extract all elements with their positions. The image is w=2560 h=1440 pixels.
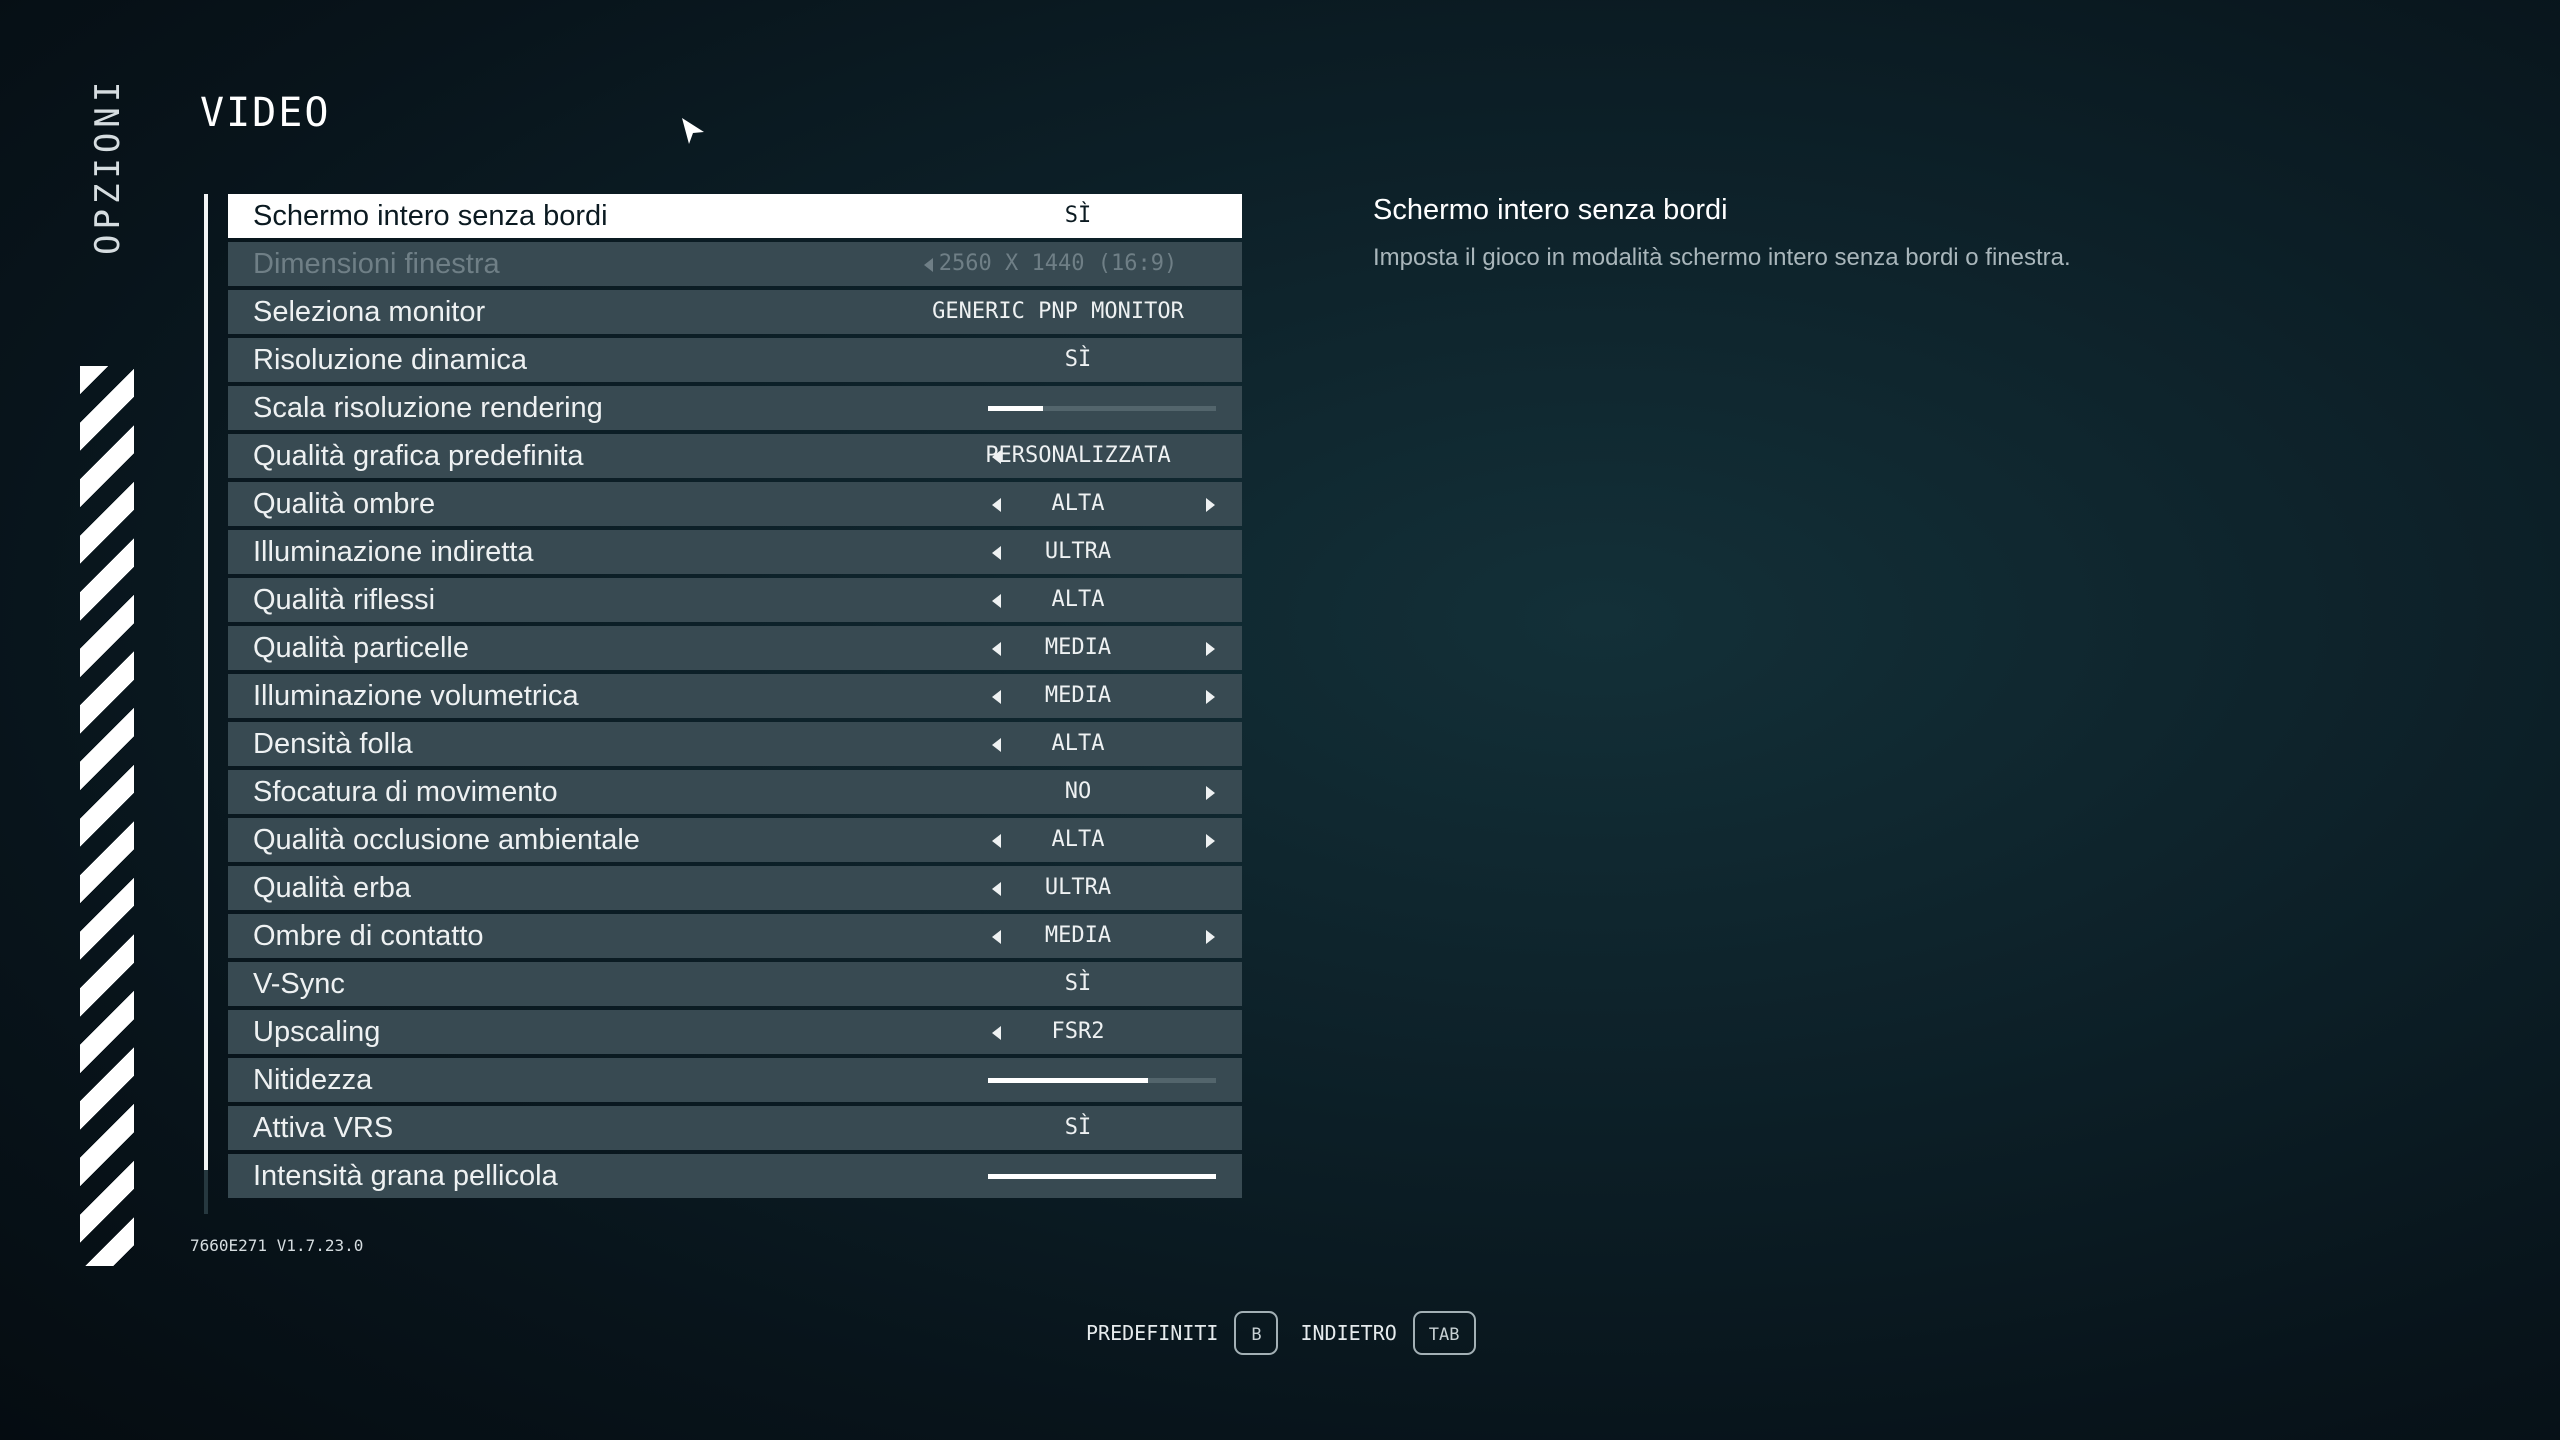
defaults-button-label[interactable]: PREDEFINITI [1086, 1321, 1218, 1345]
setting-value: NO [1064, 779, 1092, 804]
setting-value: 2560 X 1440 (16:9) [938, 251, 1178, 276]
setting-value: PERSONALIZZATA [985, 443, 1171, 468]
setting-value: ULTRA [1044, 539, 1112, 564]
setting-slider-fill [988, 406, 1043, 411]
setting-value: GENERIC PNP MONITOR [932, 299, 1184, 324]
back-button-label[interactable]: INDIETRO [1300, 1321, 1396, 1345]
setting-row[interactable]: Risoluzione dinamica SÌ [228, 338, 1242, 382]
setting-label: Qualità ombre [253, 488, 436, 520]
setting-label: Scala risoluzione rendering [253, 392, 603, 424]
setting-label: Intensità grana pellicola [253, 1160, 558, 1192]
setting-label: Nitidezza [253, 1064, 373, 1096]
description-text: Imposta il gioco in modalità schermo int… [1373, 244, 2071, 271]
settings-scrollbar-thumb[interactable] [204, 194, 208, 1170]
setting-slider-fill [988, 1174, 1216, 1179]
setting-value: MEDIA [1044, 683, 1112, 708]
setting-row[interactable]: V-Sync SÌ [228, 962, 1242, 1006]
description-title: Schermo intero senza bordi [1373, 194, 1728, 226]
setting-value: SÌ [1064, 347, 1092, 372]
setting-value: FSR2 [1051, 1019, 1105, 1044]
setting-label: Ombre di contatto [253, 920, 484, 952]
setting-value: SÌ [1064, 971, 1092, 996]
setting-label: Illuminazione indiretta [253, 536, 534, 568]
setting-value: SÌ [1064, 1115, 1092, 1140]
setting-row[interactable]: Sfocatura di movimento NO [228, 770, 1242, 814]
hazard-stripes-decoration [80, 366, 134, 1266]
setting-value: ALTA [1051, 491, 1105, 516]
setting-row[interactable]: Ombre di contatto MEDIA [228, 914, 1242, 958]
setting-label: Illuminazione volumetrica [253, 680, 579, 712]
setting-label: Qualità particelle [253, 632, 469, 664]
setting-row[interactable]: Scala risoluzione rendering [228, 386, 1242, 430]
setting-label: Attiva VRS [253, 1112, 394, 1144]
setting-row[interactable]: Nitidezza [228, 1058, 1242, 1102]
setting-row[interactable]: Qualità ombre ALTA [228, 482, 1242, 526]
setting-slider[interactable] [988, 406, 1216, 411]
setting-slider[interactable] [988, 1078, 1216, 1083]
settings-list: Schermo intero senza bordi SÌ Dimensioni f… [228, 194, 1242, 1202]
setting-value: SÌ [1064, 203, 1092, 228]
back-key-badge[interactable]: TAB [1412, 1311, 1476, 1355]
arrow-right-icon[interactable] [1206, 930, 1215, 944]
setting-row[interactable]: Schermo intero senza bordi SÌ [228, 194, 1242, 238]
setting-row[interactable]: Illuminazione volumetrica MEDIA [228, 674, 1242, 718]
setting-label: Seleziona monitor [253, 296, 486, 328]
setting-label: V-Sync [253, 968, 345, 1000]
footer-actions: PREDEFINITI B INDIETRO TAB [1086, 1308, 1498, 1358]
setting-value: ALTA [1051, 827, 1105, 852]
setting-label: Upscaling [253, 1016, 381, 1048]
arrow-right-icon[interactable] [1206, 690, 1215, 704]
setting-row[interactable]: Attiva VRS SÌ [228, 1106, 1242, 1150]
setting-value: ALTA [1051, 731, 1105, 756]
version-label: 7660E271 V1.7.23.0 [190, 1236, 364, 1255]
setting-row[interactable]: Dimensioni finestra 2560 X 1440 (16:9) [228, 242, 1242, 286]
setting-slider[interactable] [988, 1174, 1216, 1179]
setting-label: Risoluzione dinamica [253, 344, 528, 376]
setting-row[interactable]: Qualità erba ULTRA [228, 866, 1242, 910]
setting-value: MEDIA [1044, 635, 1112, 660]
setting-label: Dimensioni finestra [253, 248, 500, 280]
setting-label: Sfocatura di movimento [253, 776, 558, 808]
mouse-cursor-icon [682, 118, 704, 144]
setting-label: Schermo intero senza bordi [253, 200, 608, 232]
arrow-right-icon[interactable] [1206, 498, 1215, 512]
setting-value: ALTA [1051, 587, 1105, 612]
setting-row[interactable]: Qualità grafica predefinita PERSONALIZZAT… [228, 434, 1242, 478]
setting-label: Qualità erba [253, 872, 411, 904]
setting-label: Densità folla [253, 728, 413, 760]
setting-label: Qualità grafica predefinita [253, 440, 584, 472]
setting-row[interactable]: Intensità grana pellicola [228, 1154, 1242, 1198]
setting-row[interactable]: Qualità occlusione ambientale ALTA [228, 818, 1242, 862]
setting-row[interactable]: Upscaling FSR2 [228, 1010, 1242, 1054]
defaults-key-badge[interactable]: B [1234, 1311, 1279, 1355]
setting-row[interactable]: Densità folla ALTA [228, 722, 1242, 766]
setting-row[interactable]: Qualità riflessi ALTA [228, 578, 1242, 622]
arrow-right-icon[interactable] [1206, 642, 1215, 656]
arrow-right-icon[interactable] [1206, 834, 1215, 848]
setting-value: ULTRA [1044, 875, 1112, 900]
page-title: VIDEO [200, 90, 331, 136]
setting-row[interactable]: Qualità particelle MEDIA [228, 626, 1242, 670]
setting-label: Qualità riflessi [253, 584, 436, 616]
setting-slider-fill [988, 1078, 1148, 1083]
setting-value: MEDIA [1044, 923, 1112, 948]
setting-row[interactable]: Illuminazione indiretta ULTRA [228, 530, 1242, 574]
options-vertical-title: OPZIONI [88, 76, 128, 255]
setting-row[interactable]: Seleziona monitor GENERIC PNP MONITOR [228, 290, 1242, 334]
arrow-right-icon[interactable] [1206, 786, 1215, 800]
setting-label: Qualità occlusione ambientale [253, 824, 640, 856]
